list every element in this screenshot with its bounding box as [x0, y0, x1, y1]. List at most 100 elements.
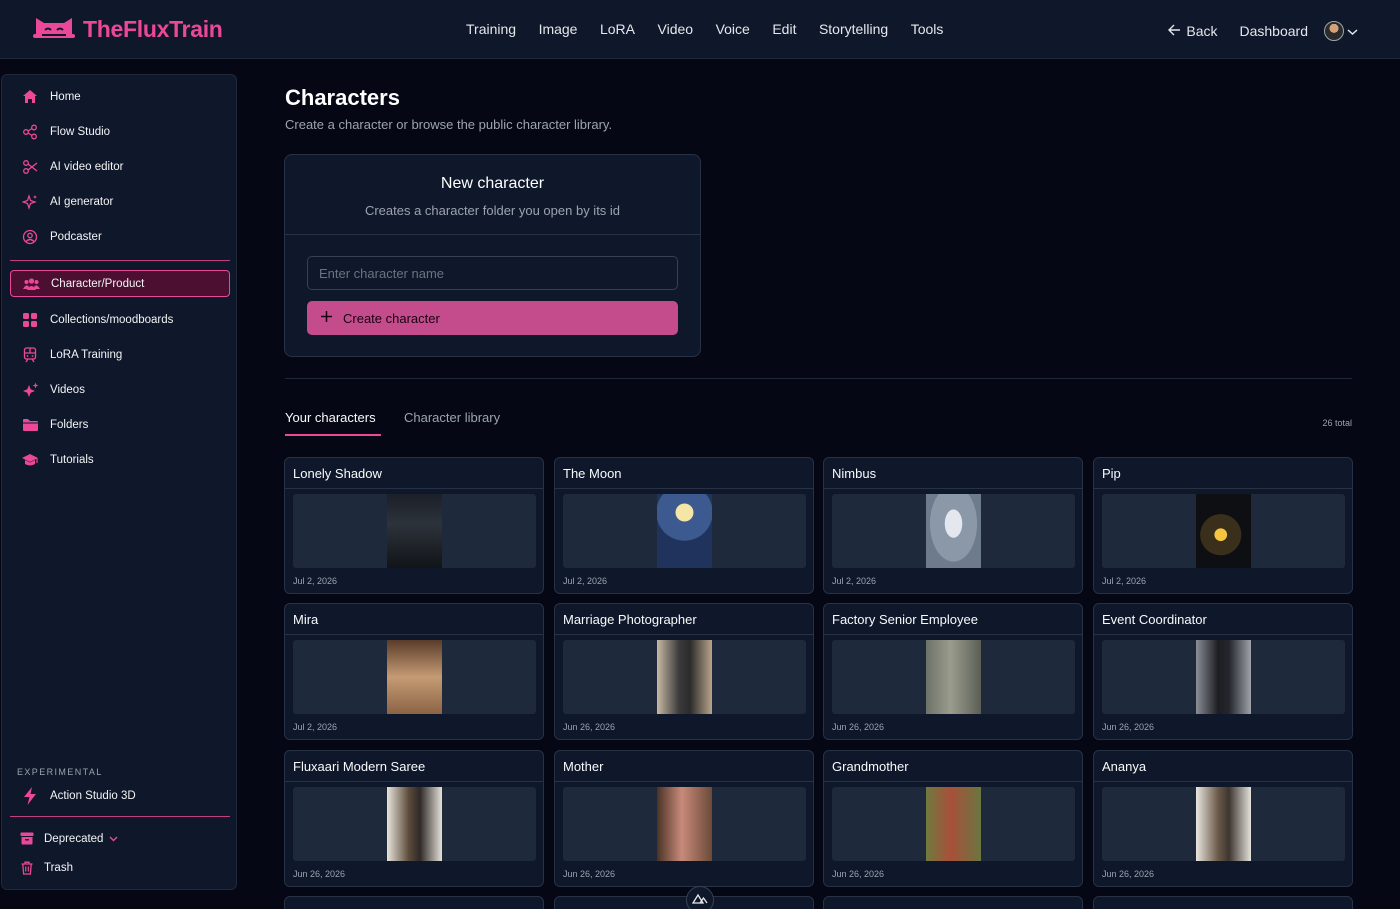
card-divider	[1094, 781, 1352, 782]
card-divider	[1094, 488, 1352, 489]
chevron-down-icon	[1347, 23, 1358, 39]
character-thumbnail	[293, 494, 536, 568]
character-card[interactable]: Grandmother Jun 26, 2026	[823, 750, 1083, 887]
character-name: Ananya	[1102, 759, 1147, 774]
character-card[interactable]	[823, 896, 1083, 909]
nav-lora[interactable]: LoRA	[600, 21, 635, 37]
character-date: Jul 2, 2026	[832, 576, 877, 586]
sidebar-item-videos[interactable]: Videos	[10, 376, 230, 403]
character-card[interactable]: Fluxaari Modern Saree Jun 26, 2026	[284, 750, 544, 887]
nav-tools[interactable]: Tools	[911, 21, 944, 37]
sidebar-item-collections[interactable]: Collections/moodboards	[10, 306, 230, 333]
archive-icon	[10, 832, 44, 845]
user-circle-icon	[10, 229, 50, 245]
nav-storytelling[interactable]: Storytelling	[819, 21, 888, 37]
character-card[interactable]	[284, 896, 544, 909]
sidebar-item-flow-studio[interactable]: Flow Studio	[10, 118, 230, 145]
new-character-subtitle: Creates a character folder you open by i…	[364, 203, 621, 218]
new-character-title: New character	[440, 175, 545, 192]
character-image	[926, 640, 981, 714]
sidebar-item-podcaster[interactable]: Podcaster	[10, 223, 230, 250]
character-card[interactable]: Nimbus Jul 2, 2026	[823, 457, 1083, 594]
character-card[interactable]: Lonely Shadow Jul 2, 2026	[284, 457, 544, 594]
nav-image[interactable]: Image	[539, 21, 578, 37]
share-nodes-icon	[10, 124, 50, 140]
character-date: Jul 2, 2026	[1102, 576, 1147, 586]
sparkle-icon	[10, 193, 50, 210]
card-divider	[555, 634, 813, 635]
section-divider	[285, 378, 1352, 379]
character-name: Grandmother	[832, 759, 909, 774]
framework-badge[interactable]	[686, 886, 714, 909]
sidebar: Home Flow Studio AI video editor AI gene…	[1, 74, 237, 890]
sidebar-item-deprecated[interactable]: Deprecated	[10, 825, 230, 852]
character-image	[387, 494, 442, 568]
character-thumbnail	[563, 640, 806, 714]
character-name: Event Coordinator	[1102, 612, 1207, 627]
nav-video[interactable]: Video	[658, 21, 694, 37]
sidebar-item-trash[interactable]: Trash	[10, 854, 230, 881]
character-card[interactable]: Mira Jul 2, 2026	[284, 603, 544, 740]
folder-icon	[10, 418, 50, 432]
nav-voice[interactable]: Voice	[716, 21, 750, 37]
character-date: Jun 26, 2026	[563, 722, 616, 732]
character-card[interactable]: Factory Senior Employee Jun 26, 2026	[823, 603, 1083, 740]
character-name: Mira	[293, 612, 319, 627]
sidebar-item-folders[interactable]: Folders	[10, 411, 230, 438]
character-card[interactable]: The Moon Jul 2, 2026	[554, 457, 814, 594]
character-date: Jun 26, 2026	[293, 869, 346, 879]
character-card[interactable]: Mother Jun 26, 2026	[554, 750, 814, 887]
brand-logo[interactable]: TheFluxTrain	[33, 14, 223, 45]
character-name: Fluxaari Modern Saree	[293, 759, 426, 774]
graduation-cap-icon	[10, 453, 50, 467]
sidebar-item-ai-video-editor[interactable]: AI video editor	[10, 153, 230, 180]
card-divider	[285, 488, 543, 489]
user-menu[interactable]	[1324, 21, 1358, 41]
character-card[interactable]: Ananya Jun 26, 2026	[1093, 750, 1353, 887]
character-card[interactable]: Pip Jul 2, 2026	[1093, 457, 1353, 594]
character-card[interactable]: Marriage Photographer Jun 26, 2026	[554, 603, 814, 740]
nav-training[interactable]: Training	[466, 21, 516, 37]
sidebar-item-ai-generator[interactable]: AI generator	[10, 188, 230, 215]
sidebar-item-label: Folders	[50, 418, 89, 431]
sidebar-item-action-studio-3d[interactable]: Action Studio 3D	[10, 782, 230, 809]
character-date: Jul 2, 2026	[293, 576, 338, 586]
card-divider	[824, 781, 1082, 782]
character-card[interactable]	[1093, 896, 1353, 909]
plus-icon	[320, 310, 333, 326]
tab-your-characters[interactable]: Your characters	[285, 410, 376, 425]
character-card[interactable]	[554, 896, 814, 909]
triangle-logo-icon	[691, 891, 708, 909]
grid-icon	[10, 312, 50, 328]
sidebar-item-label: Flow Studio	[50, 125, 111, 138]
top-nav: TheFluxTrain Training Image LoRA Video V…	[0, 0, 1400, 59]
sidebar-item-label: AI generator	[50, 195, 114, 208]
nav-edit[interactable]: Edit	[772, 21, 796, 37]
character-name-input[interactable]	[307, 256, 678, 290]
character-image	[926, 494, 981, 568]
back-button[interactable]: Back	[1168, 23, 1218, 39]
main-nav: Training Image LoRA Video Voice Edit Sto…	[466, 21, 966, 37]
create-character-label: Create character	[343, 310, 440, 326]
character-name: Lonely Shadow	[293, 466, 382, 481]
character-date: Jun 26, 2026	[563, 869, 616, 879]
sidebar-item-home[interactable]: Home	[10, 83, 230, 110]
sidebar-item-tutorials[interactable]: Tutorials	[10, 446, 230, 473]
character-date: Jul 2, 2026	[563, 576, 608, 586]
tab-character-library[interactable]: Character library	[404, 410, 500, 425]
sidebar-item-character-product[interactable]: Character/Product	[10, 270, 230, 297]
brand-name: TheFluxTrain	[83, 16, 223, 42]
character-thumbnail	[293, 640, 536, 714]
back-label: Back	[1186, 23, 1218, 39]
dashboard-link[interactable]: Dashboard	[1240, 23, 1309, 39]
character-name: Nimbus	[832, 466, 877, 481]
card-divider	[285, 781, 543, 782]
character-thumbnail	[1102, 640, 1345, 714]
active-tab-indicator	[285, 434, 381, 436]
sidebar-item-lora-training[interactable]: LoRA Training	[10, 341, 230, 368]
home-icon	[10, 89, 50, 104]
sidebar-item-label: Trash	[44, 861, 73, 874]
create-character-button[interactable]: Create character	[307, 301, 678, 335]
character-card[interactable]: Event Coordinator Jun 26, 2026	[1093, 603, 1353, 740]
sidebar-item-label: Home	[50, 90, 81, 103]
